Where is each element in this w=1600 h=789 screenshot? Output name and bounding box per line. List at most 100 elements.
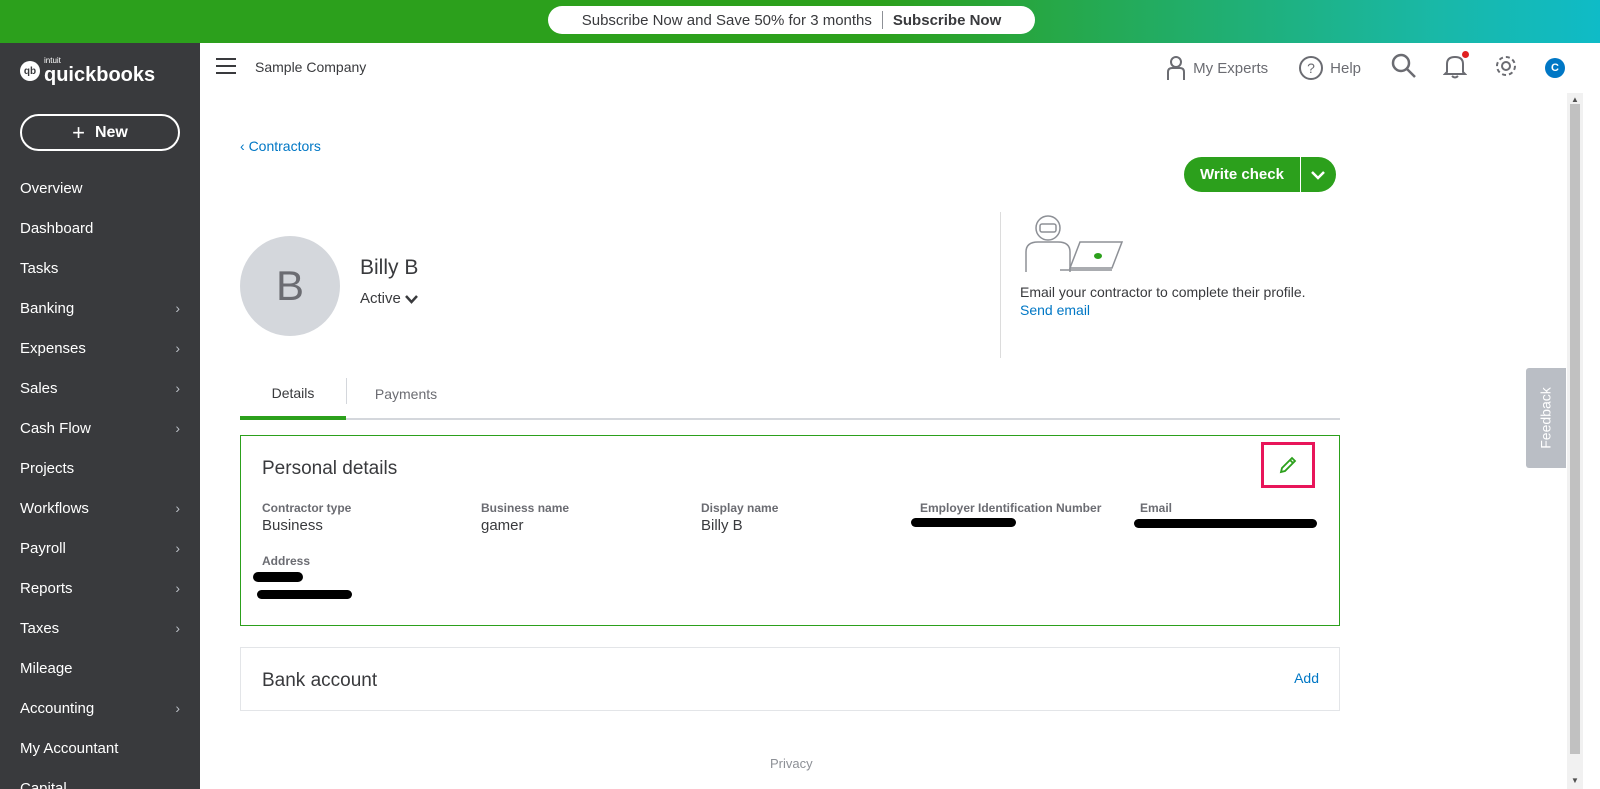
write-check-dropdown[interactable] xyxy=(1299,157,1336,192)
address-field: Address xyxy=(262,554,310,568)
top-header: Sample Company My Experts ? Help C xyxy=(200,43,1585,93)
field-value: Billy B xyxy=(701,517,743,534)
field-value: Business xyxy=(262,517,323,534)
redaction-mark xyxy=(257,590,352,599)
status-dropdown[interactable]: Active xyxy=(360,290,418,307)
email-contractor-text: Email your contractor to complete their … xyxy=(1020,284,1306,300)
sidebar-item-tasks[interactable]: Tasks xyxy=(0,248,200,288)
sidebar-item-accounting[interactable]: Accounting › xyxy=(0,688,200,728)
breadcrumb-contractors[interactable]: ‹ Contractors xyxy=(240,138,321,154)
contractor-type-field: Contractor type Business xyxy=(262,501,351,534)
sidebar-item-workflows[interactable]: Workflows › xyxy=(0,488,200,528)
sidebar-item-label: Tasks xyxy=(20,259,59,277)
redaction-mark xyxy=(1134,519,1317,528)
gear-icon[interactable] xyxy=(1493,53,1519,84)
chevron-right-icon: › xyxy=(175,620,180,636)
my-experts-link[interactable]: My Experts xyxy=(1165,55,1268,81)
sidebar-item-mileage[interactable]: Mileage xyxy=(0,648,200,688)
logo-wordmark: intuit quickbooks xyxy=(44,57,155,86)
sidebar-item-label: Accounting xyxy=(20,699,95,717)
promo-text: Subscribe Now and Save 50% for 3 months xyxy=(581,11,872,29)
display-name-field: Display name Billy B xyxy=(701,501,778,534)
person-icon xyxy=(1167,56,1186,80)
new-button[interactable]: + New xyxy=(20,114,180,151)
vertical-divider xyxy=(1000,212,1001,358)
sidebar-item-my-accountant[interactable]: My Accountant xyxy=(0,728,200,768)
write-check-split-button: Write check xyxy=(1184,157,1336,192)
help-label: Help xyxy=(1330,59,1361,77)
tab-details[interactable]: Details xyxy=(240,370,346,420)
breadcrumb-label: Contractors xyxy=(248,138,321,154)
scrollbar-thumb[interactable] xyxy=(1570,104,1580,754)
personal-details-card: Personal details Contractor type Busines… xyxy=(240,435,1340,626)
feedback-tab[interactable]: Feedback xyxy=(1526,368,1566,468)
sidebar-item-label: Dashboard xyxy=(20,219,94,237)
sidebar-item-label: Sales xyxy=(20,379,58,397)
field-value: gamer xyxy=(481,517,524,534)
sidebar-item-capital[interactable]: Capital xyxy=(0,768,200,789)
notification-dot xyxy=(1462,50,1469,58)
hamburger-menu-icon[interactable] xyxy=(216,58,236,74)
promo-banner: Subscribe Now and Save 50% for 3 months … xyxy=(0,0,1600,43)
field-label: Address xyxy=(262,554,311,568)
user-avatar[interactable]: C xyxy=(1545,58,1565,78)
sidebar-item-payroll[interactable]: Payroll › xyxy=(0,528,200,568)
outer-gutter xyxy=(1585,43,1600,789)
sidebar-item-label: Expenses xyxy=(20,339,86,357)
chevron-left-icon: ‹ xyxy=(240,138,245,154)
scroll-down-arrow-icon[interactable]: ▼ xyxy=(1569,776,1581,786)
subscribe-now-link[interactable]: Subscribe Now xyxy=(893,12,1001,29)
write-check-button[interactable]: Write check xyxy=(1184,157,1300,192)
chevron-right-icon: › xyxy=(175,340,180,356)
sidebar-item-expenses[interactable]: Expenses › xyxy=(0,328,200,368)
add-bank-account-link[interactable]: Add xyxy=(1294,670,1319,686)
quickbooks-logo[interactable]: qb intuit quickbooks xyxy=(20,57,155,85)
ein-field: Employer Identification Number xyxy=(920,501,1101,515)
sidebar-item-dashboard[interactable]: Dashboard xyxy=(0,208,200,248)
search-icon[interactable] xyxy=(1391,53,1417,84)
chevron-right-icon: › xyxy=(175,300,180,316)
new-button-label: New xyxy=(94,123,128,141)
sidebar-item-overview[interactable]: Overview xyxy=(0,168,200,208)
my-experts-label: My Experts xyxy=(1193,59,1269,77)
chevron-down-icon xyxy=(1311,170,1326,180)
contractor-avatar: B xyxy=(240,236,340,336)
chevron-right-icon: › xyxy=(175,580,180,596)
help-circle-icon: ? xyxy=(1299,56,1324,80)
contractor-name: Billy B xyxy=(360,256,419,279)
sidebar-item-label: Taxes xyxy=(20,619,60,637)
field-label: Contractor type xyxy=(262,501,352,515)
bell-icon[interactable] xyxy=(1442,50,1469,84)
contractor-tabs: Details Payments xyxy=(240,370,1340,420)
bank-account-card: Bank account Add xyxy=(240,647,1340,711)
tab-payments[interactable]: Payments xyxy=(346,370,466,418)
sidebar-item-taxes[interactable]: Taxes › xyxy=(0,608,200,648)
redaction-mark xyxy=(253,572,303,582)
business-name-field: Business name gamer xyxy=(481,501,569,534)
sidebar: qb intuit quickbooks + New Overview Dashb… xyxy=(0,43,200,789)
promo-pill[interactable]: Subscribe Now and Save 50% for 3 months … xyxy=(548,6,1035,34)
sidebar-item-label: Cash Flow xyxy=(20,419,91,437)
help-link[interactable]: ? Help xyxy=(1298,55,1361,81)
field-label: Display name xyxy=(701,501,779,515)
contractor-laptop-illustration xyxy=(1020,212,1124,281)
chevron-right-icon: › xyxy=(175,420,180,436)
edit-personal-details-button[interactable] xyxy=(1261,442,1315,488)
qb-logo-icon: qb xyxy=(20,61,40,81)
scroll-up-arrow-icon[interactable]: ▲ xyxy=(1569,95,1581,105)
sidebar-item-label: Payroll xyxy=(20,539,66,557)
chevron-down-icon xyxy=(404,294,418,304)
sidebar-item-sales[interactable]: Sales › xyxy=(0,368,200,408)
sidebar-item-label: Mileage xyxy=(20,659,73,677)
field-label: Email xyxy=(1140,501,1173,515)
sidebar-item-reports[interactable]: Reports › xyxy=(0,568,200,608)
sidebar-item-banking[interactable]: Banking › xyxy=(0,288,200,328)
sidebar-item-projects[interactable]: Projects xyxy=(0,448,200,488)
chevron-right-icon: › xyxy=(175,540,180,556)
chevron-right-icon: › xyxy=(175,500,180,516)
sidebar-item-label: Banking xyxy=(20,299,75,317)
sidebar-item-label: My Accountant xyxy=(20,739,119,757)
privacy-link[interactable]: Privacy xyxy=(770,756,813,771)
sidebar-item-cash-flow[interactable]: Cash Flow › xyxy=(0,408,200,448)
send-email-link[interactable]: Send email xyxy=(1020,302,1090,318)
